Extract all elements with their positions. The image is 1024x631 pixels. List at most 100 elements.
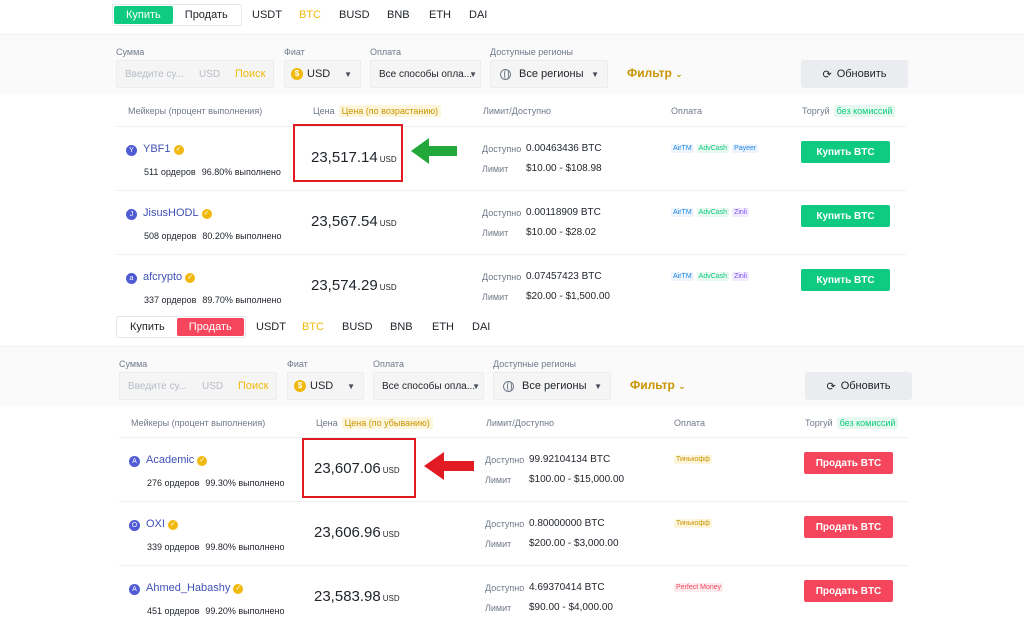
- avatar: O: [129, 520, 140, 531]
- regions-select[interactable]: Все регионы ▼: [490, 60, 608, 88]
- coin-tab-btc[interactable]: BTC: [302, 321, 324, 333]
- merchant-name-text: afcrypto: [143, 271, 183, 283]
- regions-select[interactable]: Все регионы ▼: [493, 372, 611, 400]
- chevron-down-icon: ▼: [594, 381, 602, 391]
- fiat-value: USD: [310, 380, 334, 392]
- limit-label: Лимит: [482, 228, 509, 238]
- coin-tab-usdt[interactable]: USDT: [256, 321, 286, 333]
- col-payment: Оплата: [674, 418, 705, 428]
- available-label: Доступно: [485, 583, 525, 593]
- fiat-value: USD: [307, 68, 331, 80]
- buy-btc-button[interactable]: Купить BTC: [801, 269, 890, 291]
- coin-tab-eth[interactable]: ETH: [429, 9, 451, 21]
- payment-tag: Payeer: [732, 144, 759, 153]
- buy-btc-button[interactable]: Купить BTC: [801, 205, 890, 227]
- payment-select[interactable]: Все способы опла... ▼: [373, 372, 484, 400]
- limit-label: Лимит: [485, 475, 512, 485]
- amount-input[interactable]: Введите су... USD Поиск: [119, 372, 277, 400]
- verified-icon: ✓: [233, 584, 244, 594]
- merchant-name[interactable]: YBF1 ✓: [143, 143, 184, 155]
- payment-tag: Zinli: [732, 208, 749, 217]
- limit-value: $200.00 - $3,000.00: [529, 538, 619, 549]
- coin-tab-bnb[interactable]: BNB: [387, 9, 410, 21]
- limit-label: Лимит: [485, 539, 512, 549]
- sell-btc-button[interactable]: Продать BTC: [804, 580, 893, 602]
- regions-label: Доступные регионы: [493, 359, 577, 369]
- avatar: A: [129, 584, 140, 595]
- orders-count: 276 ордеров: [147, 478, 200, 488]
- sell-btc-button[interactable]: Продать BTC: [804, 452, 893, 474]
- payment-methods: Тинькофф: [674, 519, 712, 528]
- amount-label: Сумма: [116, 47, 145, 57]
- verified-icon: ✓: [201, 209, 212, 219]
- fiat-select[interactable]: $ USD ▼: [284, 60, 361, 88]
- coin-tab-dai[interactable]: DAI: [472, 321, 490, 333]
- merchant-name[interactable]: OXI ✓: [146, 518, 178, 530]
- col-limit: Лимит/Доступно: [486, 418, 555, 428]
- available-value: 99.92104134 BTC: [529, 454, 611, 465]
- buy-btc-button[interactable]: Купить BTC: [801, 141, 890, 163]
- amount-input[interactable]: Введите су... USD Поиск: [116, 60, 274, 88]
- price-sort-badge[interactable]: Цена (по возрастанию): [338, 105, 442, 117]
- available-label: Доступно: [482, 144, 522, 154]
- table-row: Y YBF1 ✓ 511 ордеров 96.80% выполнено 23,5…: [116, 126, 906, 190]
- payment-label: Оплата: [373, 359, 404, 369]
- coin-tab-btc[interactable]: BTC: [299, 9, 321, 21]
- buy-toggle-button[interactable]: Купить: [114, 6, 173, 24]
- limit-value: $100.00 - $15,000.00: [529, 474, 625, 485]
- sell-btc-button[interactable]: Продать BTC: [804, 516, 893, 538]
- merchant-name[interactable]: afcrypto ✓: [143, 271, 196, 283]
- filter-button[interactable]: Фильтр ⌄: [630, 378, 686, 392]
- coin-tab-eth[interactable]: ETH: [432, 321, 454, 333]
- red-arrow-icon: [424, 452, 474, 480]
- table-row: A Ahmed_Habashy ✓ 451 ордеров 99.20% выпол…: [119, 565, 909, 629]
- sell-toggle-button[interactable]: Продать: [173, 6, 240, 24]
- search-link[interactable]: Поиск: [238, 380, 268, 392]
- price: 23,583.98 USD: [314, 588, 400, 605]
- payment-value: Все способы опла...: [379, 68, 473, 80]
- refresh-icon: ⟳: [822, 68, 832, 81]
- coin-tab-bnb[interactable]: BNB: [390, 321, 413, 333]
- col-price: Цена Цена (по возрастанию): [313, 105, 442, 117]
- coin-tab-busd[interactable]: BUSD: [339, 9, 370, 21]
- merchant-name[interactable]: JisusHODL ✓: [143, 207, 212, 219]
- merchant-name[interactable]: Academic ✓: [146, 454, 208, 466]
- coin-tab-busd[interactable]: BUSD: [342, 321, 373, 333]
- search-link[interactable]: Поиск: [235, 68, 265, 80]
- completion-rate: 80.20% выполнено: [202, 231, 282, 241]
- amount-unit: USD: [202, 380, 224, 392]
- merchant-stats: 508 ордеров 80.20% выполнено: [144, 231, 282, 241]
- col-payment: Оплата: [671, 106, 702, 116]
- coin-tab-dai[interactable]: DAI: [469, 9, 487, 21]
- refresh-button[interactable]: ⟳ Обновить: [805, 372, 912, 400]
- payment-tag: AirTM: [671, 208, 694, 217]
- fiat-label: Фиат: [284, 47, 305, 57]
- orders-count: 508 ордеров: [144, 231, 197, 241]
- merchant-name[interactable]: Ahmed_Habashy ✓: [146, 582, 244, 594]
- col-price-label: Цена: [313, 106, 335, 116]
- available-value: 0.80000000 BTC: [529, 518, 605, 529]
- buy-toggle-button[interactable]: Купить: [118, 318, 177, 336]
- buy-sell-toggle: Купить Продать: [112, 4, 242, 26]
- payment-select[interactable]: Все способы опла... ▼: [370, 60, 481, 88]
- coin-tab-usdt[interactable]: USDT: [252, 9, 282, 21]
- refresh-label: Обновить: [836, 68, 887, 80]
- col-makers: Мейкеры (процент выполнения): [131, 418, 266, 428]
- col-price: Цена Цена (по убыванию): [316, 417, 433, 429]
- payment-tag: Perfect Money: [674, 583, 724, 592]
- chevron-down-icon: ⌄: [675, 69, 683, 79]
- sell-toggle-button[interactable]: Продать: [176, 318, 244, 336]
- filter-button[interactable]: Фильтр ⌄: [627, 66, 683, 80]
- limit-label: Лимит: [485, 603, 512, 613]
- refresh-button[interactable]: ⟳ Обновить: [801, 60, 908, 88]
- payment-tag: Тинькофф: [674, 519, 712, 528]
- available-value: 4.69370414 BTC: [529, 582, 605, 593]
- merchant-stats: 337 ордеров 89.70% выполнено: [144, 295, 282, 305]
- price-sort-badge[interactable]: Цена (по убыванию): [341, 417, 433, 429]
- payment-methods: AirTM AdvCash Payeer: [671, 144, 759, 153]
- payment-methods: Тинькофф: [674, 455, 712, 464]
- filter-label: Фильтр: [627, 66, 672, 80]
- fiat-select[interactable]: $ USD ▼: [287, 372, 364, 400]
- merchant-stats: 339 ордеров 99.80% выполнено: [147, 542, 285, 552]
- regions-label: Доступные регионы: [490, 47, 574, 57]
